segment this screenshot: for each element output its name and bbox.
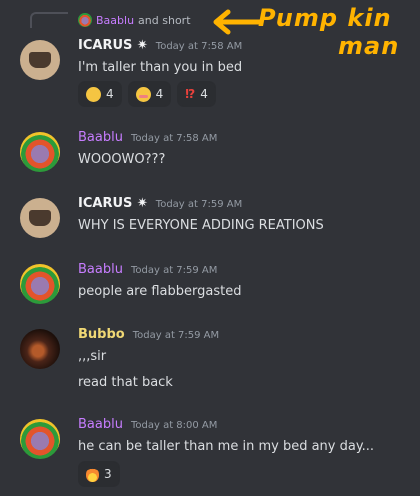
avatar[interactable] [20,132,60,172]
reaction-count: 4 [155,87,164,101]
timestamp: Today at 7:58 AM [130,133,218,144]
username[interactable]: Bubbo [78,327,125,342]
reply-preview[interactable]: Baablu and short [78,13,191,27]
message-text: ,,,sir [78,349,107,364]
username[interactable]: ICARUS ✷ [78,196,148,211]
username[interactable]: ICARUS ✷ [78,38,148,53]
reactions: 3 [78,461,120,487]
message-text: read that back [78,375,173,390]
username[interactable]: Baablu [78,130,123,145]
fire-emoji-icon [86,466,99,482]
reply-avatar [78,13,92,27]
sad-face-emoji-icon [86,86,101,102]
flushed-face-emoji-icon [135,86,151,102]
avatar[interactable] [20,198,60,238]
timestamp: Today at 7:59 AM [155,199,243,210]
avatar[interactable] [20,40,60,80]
avatar[interactable] [20,264,60,304]
avatar[interactable] [20,419,60,459]
message-text: he can be taller than me in my bed any d… [78,439,375,454]
message-text: I'm taller than you in bed [78,60,243,75]
reaction-count: 4 [106,87,114,101]
interrobang-emoji-icon: ⁉ [185,86,196,101]
timestamp: Today at 8:00 AM [130,420,218,431]
reply-text: and short [138,13,191,27]
handwritten-annotation: Pump kin man [212,4,420,62]
reaction-button[interactable]: 4 [127,81,172,107]
reaction-button[interactable]: 4 [78,81,122,107]
message-text: WOOOWO??? [78,152,166,167]
message-text: people are flabbergasted [78,284,242,299]
avatar[interactable] [20,329,60,369]
annotation-line-2: man [338,32,400,60]
reply-connector [30,12,68,28]
reactions: 4 4 ⁉ 4 [78,81,216,107]
reaction-button[interactable]: 3 [78,461,120,487]
reply-username[interactable]: Baablu [96,14,134,27]
message-text: WHY IS EVERYONE ADDING REATIONS [78,218,324,233]
reaction-button[interactable]: ⁉ 4 [177,81,216,107]
timestamp: Today at 7:59 AM [130,265,218,276]
arrow-icon [213,9,262,35]
reaction-count: 4 [200,87,208,101]
username[interactable]: Baablu [78,417,123,432]
reaction-count: 3 [104,467,112,481]
annotation-line-1: Pump kin [258,4,392,32]
username[interactable]: Baablu [78,262,123,277]
timestamp: Today at 7:58 AM [155,41,243,52]
timestamp: Today at 7:59 AM [132,330,220,341]
